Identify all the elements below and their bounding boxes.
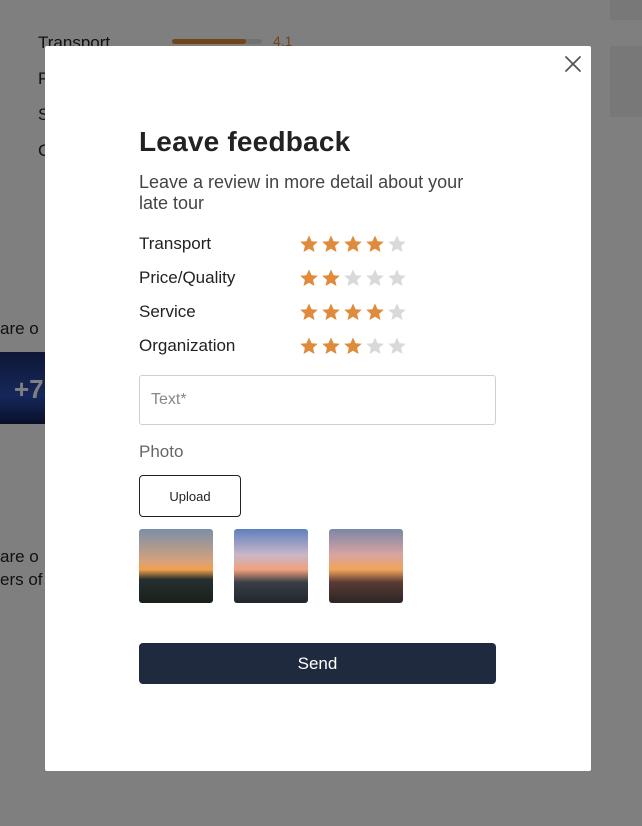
rating-row: Price/Quality xyxy=(139,261,496,295)
modal-subtitle: Leave a review in more detail about your… xyxy=(139,172,464,213)
rating-row: Service xyxy=(139,295,496,329)
star-icon[interactable] xyxy=(299,268,319,288)
star-icon[interactable] xyxy=(343,336,363,356)
star-icon[interactable] xyxy=(387,336,407,356)
photo-thumbnail[interactable] xyxy=(234,529,308,603)
star-icon[interactable] xyxy=(299,234,319,254)
star-rating[interactable] xyxy=(299,268,407,288)
star-icon[interactable] xyxy=(343,234,363,254)
review-text-input[interactable] xyxy=(139,375,496,425)
rating-label: Organization xyxy=(139,336,236,355)
star-icon[interactable] xyxy=(299,336,319,356)
star-icon[interactable] xyxy=(387,234,407,254)
star-icon[interactable] xyxy=(365,268,385,288)
rating-label: Service xyxy=(139,302,196,321)
rating-row: Transport xyxy=(139,227,496,261)
star-icon[interactable] xyxy=(321,268,341,288)
ratings-list: Transport Price/Quality Service Organizatio… xyxy=(139,227,496,363)
star-icon[interactable] xyxy=(387,302,407,322)
photo-thumbnails xyxy=(139,529,496,603)
star-icon[interactable] xyxy=(365,336,385,356)
rating-row: Organization xyxy=(139,329,496,363)
star-rating[interactable] xyxy=(299,336,407,356)
star-rating[interactable] xyxy=(299,234,407,254)
star-rating[interactable] xyxy=(299,302,407,322)
close-icon[interactable] xyxy=(563,54,583,74)
photo-thumbnail[interactable] xyxy=(139,529,213,603)
star-icon[interactable] xyxy=(343,268,363,288)
rating-label: Price/Quality xyxy=(139,268,236,287)
photo-thumbnail[interactable] xyxy=(329,529,403,603)
star-icon[interactable] xyxy=(321,234,341,254)
star-icon[interactable] xyxy=(299,302,319,322)
modal-title: Leave feedback xyxy=(139,126,351,157)
send-button[interactable]: Send xyxy=(139,643,496,684)
star-icon[interactable] xyxy=(365,302,385,322)
star-icon[interactable] xyxy=(365,234,385,254)
star-icon[interactable] xyxy=(343,302,363,322)
star-icon[interactable] xyxy=(321,336,341,356)
rating-label: Transport xyxy=(139,234,212,253)
star-icon[interactable] xyxy=(387,268,407,288)
feedback-form: Leave feedback Leave a review in more de… xyxy=(139,126,496,684)
feedback-modal: Leave feedback Leave a review in more de… xyxy=(45,46,591,771)
photo-label: Photo xyxy=(139,442,184,461)
upload-button[interactable]: Upload xyxy=(139,475,241,517)
star-icon[interactable] xyxy=(321,302,341,322)
